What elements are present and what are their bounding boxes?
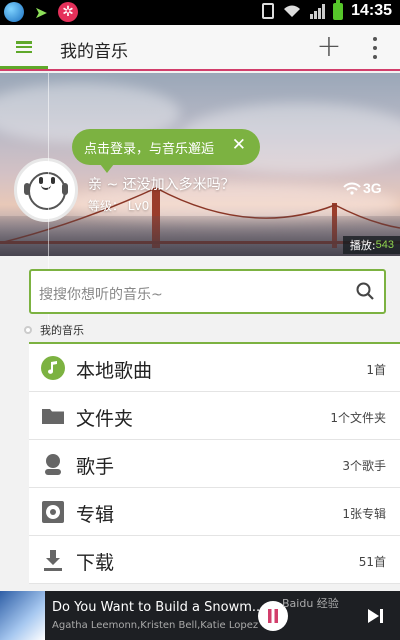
profile-banner: 点击登录，与音乐邂逅 ✕ 亲 ~ 还没加入多米吗？ 等级： Lv0 3G 播放:… (0, 73, 400, 256)
list-item-count: 3个歌手 (342, 459, 386, 473)
browser-notification-icon (4, 2, 24, 22)
folder-icon (42, 409, 64, 424)
play-count: 543 (375, 239, 394, 251)
play-count-badge: 播放: 543 (342, 236, 400, 254)
song-title: Do You Want to Build a Snowm... (52, 600, 265, 615)
close-icon[interactable]: ✕ (232, 135, 246, 155)
list-item-label: 专辑 (76, 504, 115, 526)
singer-icon (45, 454, 61, 475)
page-title: 我的音乐 (60, 42, 128, 62)
status-bar: ➤ ✲ 14:35 (0, 0, 400, 25)
list-item-label: 歌手 (76, 456, 115, 478)
list-item-label: 下载 (76, 552, 115, 574)
search-box[interactable]: 搜搜你想听的音乐~ (29, 269, 386, 314)
login-prompt-text: 点击登录，与音乐邂逅 (84, 141, 215, 157)
list-item-label: 本地歌曲 (76, 360, 153, 382)
album-cover[interactable] (0, 591, 45, 640)
section-header: 我的音乐 (24, 322, 84, 338)
section-label: 我的音乐 (40, 324, 84, 337)
send-notification-icon: ➤ (34, 2, 48, 22)
list-item-albums[interactable]: 专辑 1张专辑 (29, 488, 400, 536)
watermark: Baidu 经验 (282, 597, 339, 610)
network-label: 3G (363, 180, 382, 196)
user-level: 等级： Lv0 (88, 199, 150, 213)
next-track-button[interactable] (364, 604, 388, 628)
list-item-label: 文件夹 (76, 408, 134, 430)
battery-icon (333, 0, 344, 20)
list-item-downloads[interactable]: 下载 51首 (29, 536, 400, 584)
list-item-count: 1首 (366, 363, 386, 377)
search-icon[interactable] (356, 282, 374, 300)
song-artist: Agatha Leemonn,Kristen Bell,Katie Lopez (52, 620, 259, 631)
clock: 14:35 (351, 2, 392, 19)
wifi-icon (282, 3, 302, 19)
login-prompt-bubble[interactable]: 点击登录，与音乐邂逅 ✕ (72, 129, 260, 173)
app-header: 我的音乐 + (0, 25, 400, 71)
greeting-text: 亲 ~ 还没加入多米吗？ (88, 177, 235, 193)
pause-icon (268, 609, 278, 623)
album-icon (42, 501, 64, 523)
timeline-dot (24, 326, 32, 334)
search-input[interactable]: 搜搜你想听的音乐~ (39, 284, 163, 304)
list-item-local-songs[interactable]: 本地歌曲 1首 (29, 344, 400, 392)
add-button[interactable]: + (314, 31, 344, 63)
music-note-icon (41, 356, 65, 380)
list-item-singers[interactable]: 歌手 3个歌手 (29, 440, 400, 488)
more-options-button[interactable] (365, 37, 385, 59)
signal-icon (310, 3, 326, 19)
app-notification-icon: ✲ (58, 2, 78, 22)
menu-button[interactable] (0, 25, 48, 69)
now-playing-bar[interactable]: Do You Want to Build a Snowm... Agatha L… (0, 591, 400, 640)
list-item-count: 1个文件夹 (330, 411, 386, 425)
download-icon (44, 550, 62, 571)
play-count-label: 播放: (349, 239, 376, 252)
list-item-folders[interactable]: 文件夹 1个文件夹 (29, 392, 400, 440)
wifi-icon (343, 182, 361, 195)
vibrate-icon (262, 3, 275, 19)
my-music-list: 本地歌曲 1首 文件夹 1个文件夹 歌手 3个歌手 专辑 1张专辑 下载 51首 (29, 344, 400, 584)
next-icon (368, 609, 383, 623)
network-status: 3G (343, 180, 382, 196)
list-item-count: 51首 (358, 555, 386, 569)
list-item-count: 1张专辑 (342, 507, 386, 521)
avatar[interactable] (14, 158, 78, 222)
hamburger-icon (16, 41, 32, 53)
